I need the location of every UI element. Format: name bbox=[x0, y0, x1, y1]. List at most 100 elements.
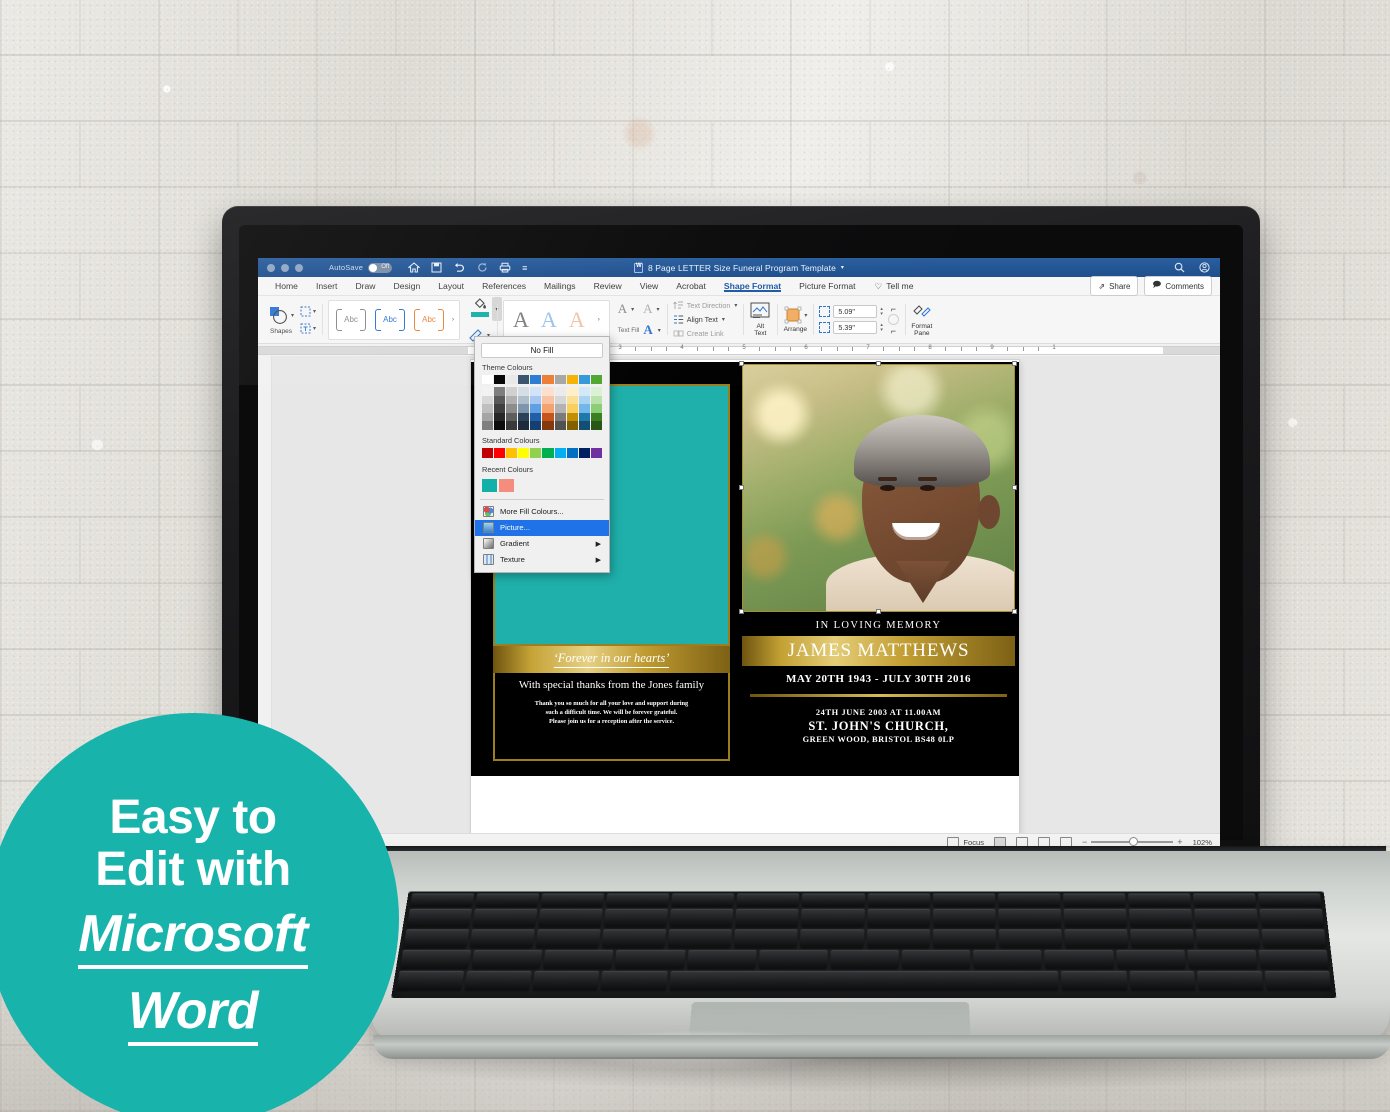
text-effects-chevron-down-icon[interactable]: ▾ bbox=[658, 327, 661, 334]
colour-swatch[interactable] bbox=[554, 375, 566, 384]
colour-swatch[interactable] bbox=[494, 375, 506, 384]
tell-me-box[interactable]: ♡ Tell me bbox=[865, 281, 914, 292]
ribbon-tab-bar[interactable]: Home Insert Draw Design Layout Reference… bbox=[258, 276, 1220, 296]
portrait-photo[interactable] bbox=[742, 364, 1015, 612]
colour-swatch[interactable] bbox=[506, 387, 518, 396]
colour-swatch[interactable] bbox=[542, 387, 554, 396]
tab-shape-format[interactable]: Shape Format bbox=[715, 281, 790, 292]
search-icon[interactable] bbox=[1174, 262, 1185, 273]
width-spinner[interactable]: ▴ ▾ bbox=[880, 322, 883, 333]
colour-swatch[interactable] bbox=[590, 404, 602, 413]
no-fill-option[interactable]: No Fill bbox=[481, 343, 603, 358]
colour-swatch[interactable] bbox=[566, 447, 578, 458]
colour-swatch[interactable] bbox=[482, 412, 494, 422]
colour-swatch[interactable] bbox=[494, 395, 506, 405]
colour-swatch[interactable] bbox=[518, 421, 530, 430]
colour-swatch[interactable] bbox=[590, 412, 602, 422]
edit-shape-chevron-down-icon[interactable]: ▾ bbox=[313, 308, 316, 315]
wordart-gallery[interactable]: A A A › bbox=[503, 299, 610, 340]
colour-swatch[interactable] bbox=[506, 375, 518, 384]
shape-style-thumb-3[interactable]: Abc bbox=[412, 307, 446, 333]
recent-colour-swatch[interactable] bbox=[482, 478, 497, 492]
align-text-chevron-down-icon[interactable]: ▾ bbox=[722, 316, 725, 323]
colour-swatch[interactable] bbox=[590, 375, 602, 384]
colour-swatch[interactable] bbox=[590, 421, 602, 430]
colour-swatch[interactable] bbox=[530, 421, 542, 430]
wordart-thumb-2[interactable]: A bbox=[541, 308, 557, 331]
colour-swatch[interactable] bbox=[554, 447, 566, 458]
theme-colour-row-tint-2[interactable] bbox=[482, 395, 602, 405]
colour-swatch[interactable] bbox=[578, 395, 590, 405]
text-effects-icon[interactable]: A bbox=[643, 322, 652, 338]
shapes-control[interactable]: ▾ Shapes bbox=[268, 305, 294, 335]
colour-swatch[interactable] bbox=[566, 395, 578, 405]
tab-view[interactable]: View bbox=[631, 281, 667, 291]
create-link-button[interactable]: Create Link bbox=[673, 328, 738, 339]
colour-swatch[interactable] bbox=[530, 404, 542, 413]
recent-colours-grid[interactable] bbox=[475, 477, 609, 492]
colour-swatch[interactable] bbox=[494, 447, 506, 458]
zoom-knob[interactable] bbox=[1129, 837, 1139, 846]
alt-text-icon[interactable] bbox=[749, 302, 771, 322]
colour-swatch[interactable] bbox=[518, 375, 530, 384]
arrange-icon[interactable] bbox=[783, 306, 803, 325]
in-loving-memory-text[interactable]: IN LOVING MEMORY bbox=[742, 614, 1015, 636]
colour-swatch[interactable] bbox=[518, 395, 530, 405]
colour-swatch[interactable] bbox=[494, 421, 506, 430]
quote-banner[interactable]: ‘Forever in our hearts’ bbox=[493, 646, 730, 673]
save-icon[interactable] bbox=[431, 262, 442, 273]
deceased-name-text[interactable]: JAMES MATTHEWS bbox=[742, 636, 1015, 666]
colour-swatch[interactable] bbox=[494, 412, 506, 422]
tab-draw[interactable]: Draw bbox=[346, 281, 384, 291]
colour-swatch[interactable] bbox=[578, 404, 590, 413]
colour-swatch[interactable] bbox=[518, 404, 530, 413]
print-icon[interactable] bbox=[499, 262, 511, 273]
text-box-chevron-down-icon[interactable]: ▾ bbox=[313, 325, 316, 332]
autosave-control[interactable]: AutoSave Off bbox=[329, 262, 393, 273]
text-outline-icon[interactable]: A bbox=[643, 301, 652, 317]
colour-swatch[interactable] bbox=[530, 395, 542, 405]
colour-swatch[interactable] bbox=[530, 412, 542, 422]
colour-swatch[interactable] bbox=[494, 387, 506, 396]
colour-swatch[interactable] bbox=[554, 421, 566, 430]
text-direction-button[interactable]: Text Direction ▾ bbox=[673, 300, 737, 311]
standard-colour-row[interactable] bbox=[482, 447, 602, 458]
colour-swatch[interactable] bbox=[578, 375, 590, 384]
theme-colour-row-tint-4[interactable] bbox=[482, 412, 602, 422]
theme-colour-row-tint-1[interactable] bbox=[482, 387, 602, 396]
shapes-chevron-down-icon[interactable]: ▾ bbox=[291, 312, 294, 319]
title-chevron-down-icon[interactable]: ▾ bbox=[841, 264, 844, 271]
colour-swatch[interactable] bbox=[578, 447, 590, 458]
theme-colour-row-base[interactable] bbox=[482, 375, 602, 384]
picture-item[interactable]: Picture... bbox=[475, 519, 609, 536]
share-button[interactable]: ⇗ Share bbox=[1090, 276, 1139, 296]
colour-swatch[interactable] bbox=[554, 404, 566, 413]
wordart-thumb-1[interactable]: A bbox=[513, 308, 529, 331]
colour-swatch[interactable] bbox=[482, 395, 494, 405]
close-button[interactable] bbox=[267, 263, 275, 272]
shape-styles-more-icon[interactable]: › bbox=[452, 317, 454, 323]
shape-height-input[interactable]: 5.09" bbox=[833, 305, 878, 318]
comments-button[interactable]: 🗩 Comments bbox=[1144, 276, 1212, 296]
colour-swatch[interactable] bbox=[530, 387, 542, 396]
align-text-button[interactable]: Align Text ▾ bbox=[673, 314, 738, 325]
theme-colours-grid[interactable] bbox=[475, 375, 609, 430]
text-box-icon[interactable] bbox=[299, 322, 312, 335]
colour-swatch[interactable] bbox=[530, 447, 542, 458]
shape-width-input[interactable]: 5.39" bbox=[833, 321, 878, 334]
colour-swatch[interactable] bbox=[590, 447, 602, 458]
standard-colours-grid[interactable] bbox=[475, 447, 609, 458]
colour-swatch[interactable] bbox=[518, 412, 530, 422]
colour-swatch[interactable] bbox=[566, 387, 578, 396]
colour-swatch[interactable] bbox=[506, 421, 518, 430]
theme-colour-row-tint-3[interactable] bbox=[482, 404, 602, 413]
shape-style-thumb-1[interactable]: Abc bbox=[334, 307, 368, 333]
tab-acrobat[interactable]: Acrobat bbox=[667, 281, 715, 291]
colour-swatch[interactable] bbox=[566, 421, 578, 430]
colour-swatch[interactable] bbox=[542, 395, 554, 405]
zoom-track[interactable] bbox=[1091, 837, 1174, 846]
ribbon-right-buttons[interactable]: ⇗ Share 🗩 Comments bbox=[1090, 276, 1212, 296]
redo-icon[interactable] bbox=[477, 262, 488, 273]
account-icon[interactable] bbox=[1199, 262, 1210, 273]
colour-swatch[interactable] bbox=[566, 404, 578, 413]
